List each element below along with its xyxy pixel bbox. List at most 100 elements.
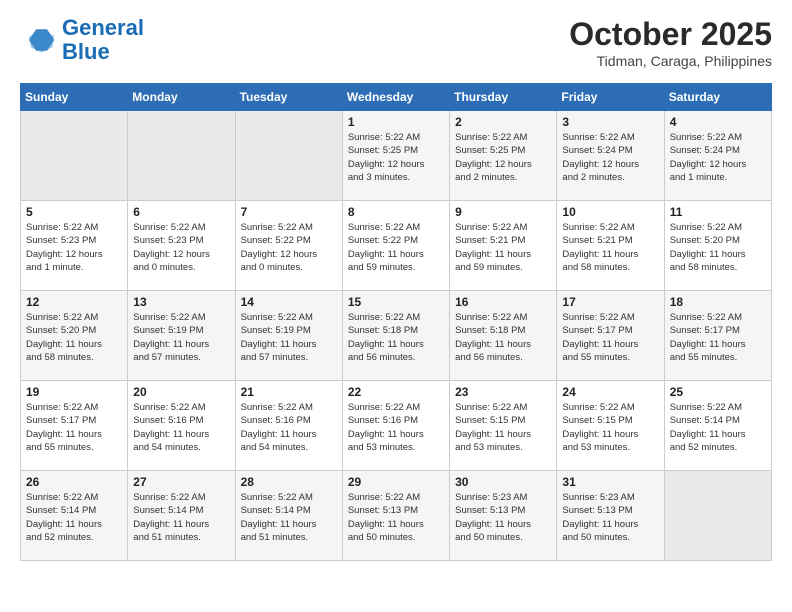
calendar-cell: 18 Sunrise: 5:22 AM Sunset: 5:17 PM Dayli… (664, 291, 771, 381)
calendar-cell: 2 Sunrise: 5:22 AM Sunset: 5:25 PM Daylig… (450, 111, 557, 201)
day-number: 16 (455, 295, 551, 309)
day-number: 23 (455, 385, 551, 399)
calendar-cell (128, 111, 235, 201)
calendar-cell: 21 Sunrise: 5:22 AM Sunset: 5:16 PM Dayli… (235, 381, 342, 471)
month-title: October 2025 (569, 16, 772, 53)
day-number: 30 (455, 475, 551, 489)
weekday-header-thursday: Thursday (450, 84, 557, 111)
day-number: 31 (562, 475, 658, 489)
day-detail: Sunrise: 5:22 AM Sunset: 5:21 PM Dayligh… (562, 221, 658, 274)
day-number: 19 (26, 385, 122, 399)
day-number: 8 (348, 205, 444, 219)
calendar-week-1: 1 Sunrise: 5:22 AM Sunset: 5:25 PM Daylig… (21, 111, 772, 201)
calendar-cell: 27 Sunrise: 5:22 AM Sunset: 5:14 PM Dayli… (128, 471, 235, 561)
day-detail: Sunrise: 5:22 AM Sunset: 5:19 PM Dayligh… (133, 311, 229, 364)
day-detail: Sunrise: 5:22 AM Sunset: 5:20 PM Dayligh… (26, 311, 122, 364)
day-detail: Sunrise: 5:22 AM Sunset: 5:21 PM Dayligh… (455, 221, 551, 274)
day-detail: Sunrise: 5:22 AM Sunset: 5:23 PM Dayligh… (26, 221, 122, 274)
day-detail: Sunrise: 5:22 AM Sunset: 5:19 PM Dayligh… (241, 311, 337, 364)
day-detail: Sunrise: 5:22 AM Sunset: 5:18 PM Dayligh… (348, 311, 444, 364)
day-number: 25 (670, 385, 766, 399)
day-number: 21 (241, 385, 337, 399)
calendar-cell: 22 Sunrise: 5:22 AM Sunset: 5:16 PM Dayli… (342, 381, 449, 471)
weekday-header-saturday: Saturday (664, 84, 771, 111)
calendar-cell: 28Sunrise: 5:22 AM Sunset: 5:14 PM Dayli… (235, 471, 342, 561)
day-number: 27 (133, 475, 229, 489)
day-detail: Sunrise: 5:23 AM Sunset: 5:13 PM Dayligh… (455, 491, 551, 544)
calendar-cell: 4 Sunrise: 5:22 AM Sunset: 5:24 PM Daylig… (664, 111, 771, 201)
day-number: 2 (455, 115, 551, 129)
calendar-week-4: 19 Sunrise: 5:22 AM Sunset: 5:17 PM Dayli… (21, 381, 772, 471)
calendar-table: SundayMondayTuesdayWednesdayThursdayFrid… (20, 83, 772, 561)
logo: General Blue (20, 16, 144, 64)
day-detail: Sunrise: 5:22 AM Sunset: 5:22 PM Dayligh… (348, 221, 444, 274)
calendar-cell: 15 Sunrise: 5:22 AM Sunset: 5:18 PM Dayli… (342, 291, 449, 381)
day-detail: Sunrise: 5:22 AM Sunset: 5:14 PM Dayligh… (670, 401, 766, 454)
day-number: 11 (670, 205, 766, 219)
calendar-cell: 23 Sunrise: 5:22 AM Sunset: 5:15 PM Dayli… (450, 381, 557, 471)
calendar-week-3: 12 Sunrise: 5:22 AM Sunset: 5:20 PM Dayli… (21, 291, 772, 381)
day-number: 22 (348, 385, 444, 399)
calendar-cell: 5 Sunrise: 5:22 AM Sunset: 5:23 PM Daylig… (21, 201, 128, 291)
day-detail: Sunrise: 5:23 AM Sunset: 5:13 PM Dayligh… (562, 491, 658, 544)
day-detail: Sunrise: 5:22 AM Sunset: 5:15 PM Dayligh… (455, 401, 551, 454)
calendar-body: 1 Sunrise: 5:22 AM Sunset: 5:25 PM Daylig… (21, 111, 772, 561)
day-detail: Sunrise: 5:22 AM Sunset: 5:20 PM Dayligh… (670, 221, 766, 274)
calendar-week-2: 5 Sunrise: 5:22 AM Sunset: 5:23 PM Daylig… (21, 201, 772, 291)
day-number: 14 (241, 295, 337, 309)
calendar-cell: 17Sunrise: 5:22 AM Sunset: 5:17 PM Dayli… (557, 291, 664, 381)
day-number: 1 (348, 115, 444, 129)
calendar-cell: 7Sunrise: 5:22 AM Sunset: 5:22 PM Daylig… (235, 201, 342, 291)
day-number: 15 (348, 295, 444, 309)
day-detail: Sunrise: 5:22 AM Sunset: 5:14 PM Dayligh… (133, 491, 229, 544)
calendar-cell: 11 Sunrise: 5:22 AM Sunset: 5:20 PM Dayli… (664, 201, 771, 291)
day-detail: Sunrise: 5:22 AM Sunset: 5:16 PM Dayligh… (241, 401, 337, 454)
day-detail: Sunrise: 5:22 AM Sunset: 5:18 PM Dayligh… (455, 311, 551, 364)
day-detail: Sunrise: 5:22 AM Sunset: 5:23 PM Dayligh… (133, 221, 229, 274)
calendar-cell: 14 Sunrise: 5:22 AM Sunset: 5:19 PM Dayli… (235, 291, 342, 381)
day-number: 24 (562, 385, 658, 399)
calendar-cell: 12 Sunrise: 5:22 AM Sunset: 5:20 PM Dayli… (21, 291, 128, 381)
day-number: 9 (455, 205, 551, 219)
day-detail: Sunrise: 5:22 AM Sunset: 5:25 PM Dayligh… (455, 131, 551, 184)
calendar-cell: 16 Sunrise: 5:22 AM Sunset: 5:18 PM Dayli… (450, 291, 557, 381)
weekday-header-wednesday: Wednesday (342, 84, 449, 111)
calendar-cell: 24 Sunrise: 5:22 AM Sunset: 5:15 PM Dayli… (557, 381, 664, 471)
day-detail: Sunrise: 5:22 AM Sunset: 5:17 PM Dayligh… (670, 311, 766, 364)
day-number: 12 (26, 295, 122, 309)
calendar-cell: 29Sunrise: 5:22 AM Sunset: 5:13 PM Dayli… (342, 471, 449, 561)
day-number: 4 (670, 115, 766, 129)
page: General Blue October 2025 Tidman, Caraga… (0, 0, 792, 577)
calendar-cell (235, 111, 342, 201)
day-detail: Sunrise: 5:22 AM Sunset: 5:16 PM Dayligh… (133, 401, 229, 454)
day-number: 20 (133, 385, 229, 399)
day-detail: Sunrise: 5:22 AM Sunset: 5:17 PM Dayligh… (562, 311, 658, 364)
weekday-header-tuesday: Tuesday (235, 84, 342, 111)
day-detail: Sunrise: 5:22 AM Sunset: 5:17 PM Dayligh… (26, 401, 122, 454)
calendar-header-row: SundayMondayTuesdayWednesdayThursdayFrid… (21, 84, 772, 111)
logo-line1: General (62, 15, 144, 40)
day-detail: Sunrise: 5:22 AM Sunset: 5:16 PM Dayligh… (348, 401, 444, 454)
logo-text: General Blue (62, 16, 144, 64)
calendar-cell: 26Sunrise: 5:22 AM Sunset: 5:14 PM Dayli… (21, 471, 128, 561)
location: Tidman, Caraga, Philippines (569, 53, 772, 69)
day-number: 10 (562, 205, 658, 219)
calendar-week-5: 26Sunrise: 5:22 AM Sunset: 5:14 PM Dayli… (21, 471, 772, 561)
day-detail: Sunrise: 5:22 AM Sunset: 5:15 PM Dayligh… (562, 401, 658, 454)
weekday-header-friday: Friday (557, 84, 664, 111)
day-detail: Sunrise: 5:22 AM Sunset: 5:24 PM Dayligh… (670, 131, 766, 184)
day-number: 6 (133, 205, 229, 219)
logo-line2: Blue (62, 39, 110, 64)
calendar-cell: 19 Sunrise: 5:22 AM Sunset: 5:17 PM Dayli… (21, 381, 128, 471)
day-detail: Sunrise: 5:22 AM Sunset: 5:25 PM Dayligh… (348, 131, 444, 184)
day-number: 5 (26, 205, 122, 219)
logo-icon (20, 22, 56, 58)
weekday-header-sunday: Sunday (21, 84, 128, 111)
day-number: 18 (670, 295, 766, 309)
calendar-cell (664, 471, 771, 561)
calendar-cell: 20 Sunrise: 5:22 AM Sunset: 5:16 PM Dayli… (128, 381, 235, 471)
day-detail: Sunrise: 5:22 AM Sunset: 5:14 PM Dayligh… (26, 491, 122, 544)
title-block: October 2025 Tidman, Caraga, Philippines (569, 16, 772, 69)
day-number: 28 (241, 475, 337, 489)
calendar-cell: 10 Sunrise: 5:22 AM Sunset: 5:21 PM Dayli… (557, 201, 664, 291)
